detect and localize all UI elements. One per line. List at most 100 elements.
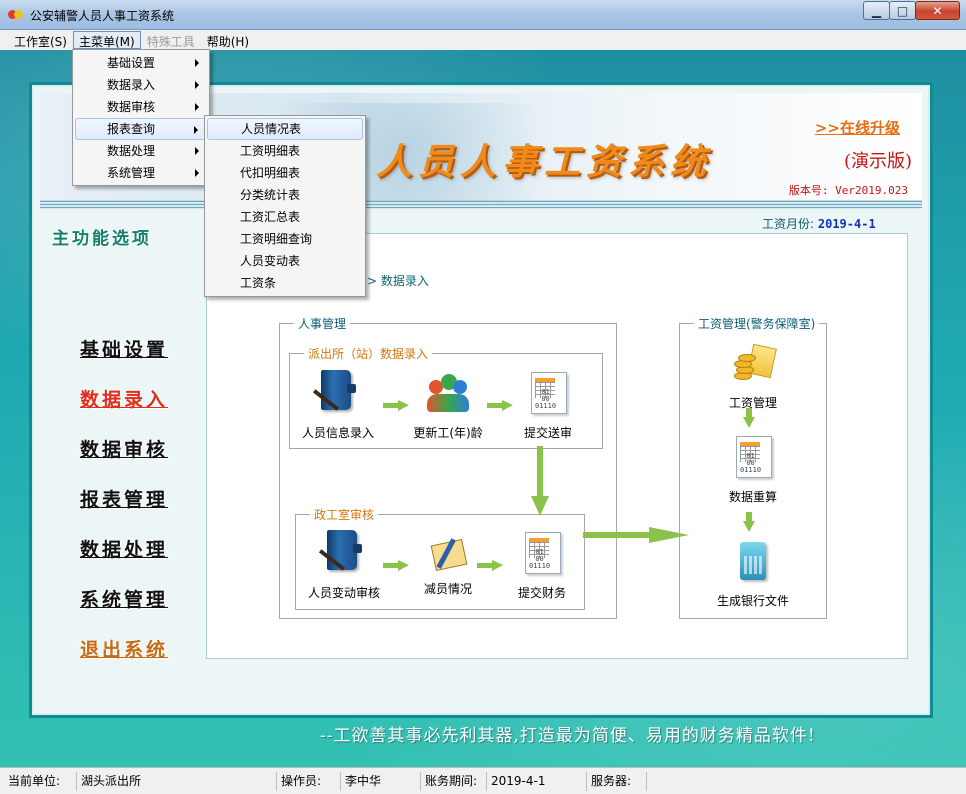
sidebar-item-system-management[interactable]: 系统管理	[80, 585, 168, 612]
menu-item-label: 数据审核	[107, 100, 156, 114]
personnel-info-entry-node[interactable]: 人员信息录入	[293, 370, 383, 441]
node-label: 数据重算	[728, 490, 777, 504]
spreadsheet-icon: 01 00 01110	[519, 530, 565, 578]
title-bar: 公安辅警人员人事工资系统 ▁ □ ✕	[0, 0, 966, 30]
breadcrumb: > 数据录入	[367, 274, 429, 288]
sidebar-item-exit[interactable]: 退出系统	[80, 635, 168, 662]
submenu-item-personnel-status[interactable]: 人员情况表	[207, 118, 363, 140]
flow-arrow-to-payroll	[583, 527, 689, 543]
pay-month-label: 工资月份:	[762, 217, 815, 231]
menu-bar: 工作室(S) 主菜单(M) 特殊工具 帮助(H)	[0, 30, 966, 50]
sidebar-item-report-management[interactable]: 报表管理	[80, 485, 168, 512]
status-server-value	[646, 772, 962, 791]
maximize-button[interactable]: □	[889, 1, 916, 20]
pay-month-value: 2019-4-1	[817, 217, 876, 231]
menu-item-label: 数据录入	[107, 78, 156, 92]
generate-bank-file-node[interactable]: 生成银行文件	[708, 538, 798, 609]
submenu-item-personnel-change[interactable]: 人员变动表	[207, 250, 363, 272]
payroll-management-node[interactable]: 工资管理	[708, 340, 798, 411]
menu-item-system-management[interactable]: 系统管理	[75, 162, 207, 184]
calculator-icon	[730, 538, 776, 586]
flow-arrow-down-long	[531, 446, 549, 516]
menu-item-label: 报表查询	[107, 122, 156, 136]
people-icon	[425, 370, 471, 418]
submenu-item-payroll-summary[interactable]: 工资汇总表	[207, 206, 363, 228]
submenu-item-payroll-detail[interactable]: 工资明细表	[207, 140, 363, 162]
status-operator-value: 李中华	[340, 772, 420, 791]
submenu-arrow-icon	[195, 81, 199, 89]
window-title: 公安辅警人员人事工资系统	[30, 9, 175, 23]
node-label: 提交送审	[523, 426, 572, 440]
menu-main[interactable]: 主菜单(M)	[72, 31, 141, 49]
status-unit-label: 当前单位:	[8, 774, 61, 788]
menu-item-label: 基础设置	[107, 56, 156, 70]
submenu-arrow-icon	[195, 147, 199, 155]
spreadsheet-icon: 01 00 01110	[525, 370, 571, 418]
menu-workroom[interactable]: 工作室(S)	[8, 31, 73, 49]
node-label: 减员情况	[423, 582, 472, 596]
update-seniority-node[interactable]: 更新工(年)龄	[403, 370, 493, 441]
report-submenu: 人员情况表 工资明细表 代扣明细表 分类统计表 工资汇总表 工资明细查询 人员变…	[204, 115, 366, 297]
main-menu-dropdown: 基础设置 数据录入 数据审核 报表查询 数据处理 系统管理	[72, 49, 210, 186]
political-group-title: 政工室审核	[310, 506, 379, 523]
status-period-value: 2019-4-1	[486, 772, 586, 791]
app-icon	[8, 7, 24, 21]
menu-item-data-processing[interactable]: 数据处理	[75, 140, 207, 162]
sidebar-item-data-entry[interactable]: 数据录入	[80, 385, 168, 412]
spreadsheet-icon: 01 00 01110	[730, 434, 776, 482]
hr-group-title: 人事管理	[294, 315, 351, 332]
submenu-item-category-stats[interactable]: 分类统计表	[207, 184, 363, 206]
submenu-item-payroll-query[interactable]: 工资明细查询	[207, 228, 363, 250]
coins-icon	[730, 340, 777, 388]
status-bar: 当前单位: 湖头派出所 操作员: 李中华 账务期间: 2019-4-1 服务器:	[0, 767, 966, 794]
payroll-group-title: 工资管理(警务保障室)	[694, 315, 820, 332]
node-label: 人员变动审核	[307, 586, 380, 600]
menu-help[interactable]: 帮助(H)	[201, 31, 255, 49]
submenu-arrow-icon	[195, 59, 199, 67]
node-label: 生成银行文件	[716, 594, 789, 608]
flow-arrow-down	[743, 512, 755, 532]
status-server-label: 服务器:	[586, 772, 646, 791]
submenu-arrow-icon	[195, 103, 199, 111]
submenu-item-deduction-detail[interactable]: 代扣明细表	[207, 162, 363, 184]
demo-label: (演示版)	[843, 151, 912, 172]
address-book-icon	[318, 530, 367, 578]
submit-for-review-node[interactable]: 01 00 01110 提交送审	[503, 370, 593, 441]
menu-item-basic-settings[interactable]: 基础设置	[75, 52, 207, 74]
sidebar-title: 主功能选项	[52, 229, 152, 249]
notebook-icon	[425, 534, 471, 574]
menu-item-label: 系统管理	[107, 166, 156, 180]
submenu-arrow-icon	[194, 126, 198, 134]
node-label: 人员信息录入	[301, 426, 374, 440]
menu-item-label: 数据处理	[107, 144, 156, 158]
station-group-title: 派出所（站）数据录入	[304, 345, 433, 362]
flow-arrow-down	[743, 408, 755, 428]
version-label: 版本号: Ver2019.023	[788, 184, 908, 197]
slogan: --工欲善其事必先利其器,打造最为简便、易用的财务精品软件!	[320, 726, 816, 746]
sidebar-item-data-audit[interactable]: 数据审核	[80, 435, 168, 462]
pay-month: 工资月份: 2019-4-1	[762, 215, 876, 232]
status-unit-value: 湖头派出所	[76, 772, 276, 791]
sidebar-item-basic-settings[interactable]: 基础设置	[80, 335, 168, 362]
submit-to-finance-node[interactable]: 01 00 01110 提交财务	[497, 530, 587, 601]
recalculate-data-node[interactable]: 01 00 01110 数据重算	[708, 434, 798, 505]
minimize-button[interactable]: ▁	[863, 1, 890, 20]
submenu-item-payslip[interactable]: 工资条	[207, 272, 363, 294]
submenu-arrow-icon	[195, 169, 199, 177]
status-period-label: 账务期间:	[420, 772, 486, 791]
online-upgrade-link[interactable]: >>在线升级	[815, 117, 900, 138]
banner-stripes	[40, 201, 922, 209]
menu-item-data-audit[interactable]: 数据审核	[75, 96, 207, 118]
menu-item-report-query[interactable]: 报表查询	[75, 118, 207, 140]
node-label: 更新工(年)龄	[413, 426, 483, 440]
banner-title: 人员人事工资系统	[376, 141, 713, 183]
address-book-icon	[312, 370, 361, 418]
sidebar-item-data-processing[interactable]: 数据处理	[80, 535, 168, 562]
personnel-change-audit-node[interactable]: 人员变动审核	[299, 530, 389, 601]
node-label: 提交财务	[517, 586, 566, 600]
menu-item-data-entry[interactable]: 数据录入	[75, 74, 207, 96]
sidebar: 主功能选项 基础设置 数据录入 数据审核 报表管理 数据处理 系统管理 退出系统	[40, 212, 200, 661]
close-button[interactable]: ✕	[915, 1, 960, 20]
status-operator-label: 操作员:	[276, 772, 340, 791]
menu-special-tools[interactable]: 特殊工具	[141, 31, 201, 49]
